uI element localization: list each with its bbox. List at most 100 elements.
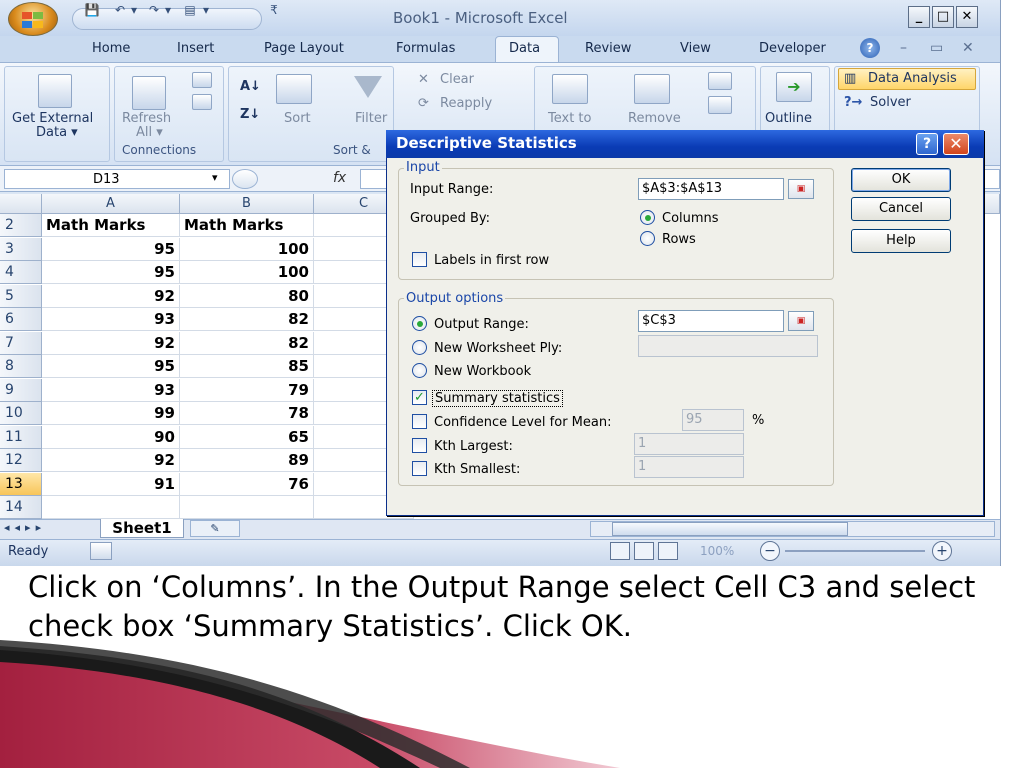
confidence-level-checkbox[interactable] — [412, 414, 427, 429]
row-header[interactable]: 4 — [0, 261, 42, 284]
sort-icon[interactable] — [276, 74, 312, 104]
reapply-label[interactable]: Reapply — [440, 97, 492, 111]
minimize-button[interactable]: _ — [908, 6, 930, 28]
customize-qat-icon[interactable]: ₹ — [266, 3, 282, 17]
sheet-tab-sheet1[interactable]: Sheet1 — [100, 519, 184, 538]
cell-a[interactable]: 92 — [42, 332, 180, 355]
remove-label[interactable]: Remove — [628, 112, 681, 126]
close-button[interactable]: ✕ — [956, 6, 978, 28]
output-range-collapse-icon[interactable]: ▣ — [788, 311, 814, 331]
save-icon[interactable]: 💾 — [84, 3, 100, 17]
output-range-label[interactable]: Output Range: — [434, 317, 529, 332]
formula-bar-splitter-icon[interactable] — [232, 169, 258, 189]
form-dropdown-icon[interactable]: ▾ — [198, 3, 214, 17]
kth-largest-checkbox[interactable] — [412, 438, 427, 453]
input-range-field[interactable]: $A$3:$A$13 — [638, 178, 784, 200]
reapply-icon[interactable]: ⟳ — [418, 97, 429, 111]
cell-a[interactable]: 93 — [42, 308, 180, 331]
get-external-data-label-1[interactable]: Get External — [12, 112, 93, 126]
ribbon-close-icon[interactable]: ✕ — [962, 40, 974, 56]
remove-duplicates-icon[interactable] — [634, 74, 670, 104]
kth-largest-field[interactable]: 1 — [634, 433, 744, 455]
row-header[interactable]: 5 — [0, 285, 42, 308]
cell-a[interactable]: 92 — [42, 449, 180, 472]
sort-asc-icon[interactable]: A↓ — [240, 80, 261, 94]
row-header[interactable]: 7 — [0, 332, 42, 355]
text-to-label[interactable]: Text to — [548, 112, 591, 126]
cell-b[interactable]: 100 — [180, 261, 314, 284]
restore-button[interactable]: □ — [932, 6, 954, 28]
cell-a[interactable]: 95 — [42, 355, 180, 378]
ok-button[interactable]: OK — [851, 168, 951, 192]
zoom-out-button[interactable]: − — [760, 541, 780, 561]
sort-label[interactable]: Sort — [284, 112, 311, 126]
normal-view-icon[interactable] — [610, 542, 630, 560]
filter-icon[interactable] — [354, 76, 382, 98]
cell-a[interactable]: 92 — [42, 285, 180, 308]
summary-statistics-checkbox[interactable]: ✓ — [412, 390, 427, 405]
page-break-view-icon[interactable] — [658, 542, 678, 560]
help-icon[interactable]: ? — [860, 38, 880, 58]
rows-radio-label[interactable]: Rows — [662, 232, 696, 247]
new-workbook-label[interactable]: New Workbook — [434, 364, 531, 379]
row-header[interactable]: 11 — [0, 426, 42, 449]
row-header[interactable]: 8 — [0, 355, 42, 378]
output-range-field[interactable]: $C$3 — [638, 310, 784, 332]
cell-a[interactable]: 95 — [42, 238, 180, 261]
tab-insert[interactable]: Insert — [177, 41, 214, 56]
cell-b[interactable]: 82 — [180, 332, 314, 355]
row-header[interactable]: 2 — [0, 214, 42, 237]
text-to-columns-icon[interactable] — [552, 74, 588, 104]
cell-a[interactable]: 93 — [42, 379, 180, 402]
column-header-b[interactable]: B — [180, 194, 314, 214]
tab-data[interactable]: Data — [509, 41, 540, 56]
cell-b[interactable]: 85 — [180, 355, 314, 378]
redo-dropdown-icon[interactable]: ▾ — [160, 3, 176, 17]
columns-radio[interactable] — [640, 210, 655, 225]
properties-icon[interactable] — [192, 94, 212, 110]
cell-a[interactable]: 99 — [42, 402, 180, 425]
cell-b[interactable]: 89 — [180, 449, 314, 472]
tab-view[interactable]: View — [680, 41, 711, 56]
solver-label[interactable]: Solver — [870, 96, 911, 110]
kth-largest-label[interactable]: Kth Largest: — [434, 439, 513, 454]
tab-page-layout[interactable]: Page Layout — [264, 41, 344, 56]
filter-label[interactable]: Filter — [355, 112, 387, 126]
page-layout-view-icon[interactable] — [634, 542, 654, 560]
row-header[interactable]: 13 — [0, 473, 42, 496]
tab-developer[interactable]: Developer — [759, 41, 826, 56]
refresh-label-1[interactable]: Refresh — [122, 112, 171, 126]
undo-dropdown-icon[interactable]: ▾ — [126, 3, 142, 17]
cell-b[interactable]: 78 — [180, 402, 314, 425]
refresh-label-2[interactable]: All ▾ — [136, 126, 163, 140]
output-range-radio[interactable] — [412, 316, 427, 331]
row-header[interactable]: 14 — [0, 496, 42, 519]
cell-a[interactable]: 90 — [42, 426, 180, 449]
cell-b[interactable] — [180, 496, 314, 519]
new-worksheet-field[interactable] — [638, 335, 818, 357]
outline-label[interactable]: Outline — [765, 112, 812, 126]
cancel-button[interactable]: Cancel — [851, 197, 951, 221]
dialog-close-icon[interactable]: ✕ — [943, 133, 969, 155]
cell-a[interactable]: 95 — [42, 261, 180, 284]
cell-b[interactable]: 76 — [180, 473, 314, 496]
rows-radio[interactable] — [640, 231, 655, 246]
ribbon-minimize-icon[interactable]: – — [900, 40, 907, 56]
kth-smallest-checkbox[interactable] — [412, 461, 427, 476]
row-header[interactable]: 12 — [0, 449, 42, 472]
labels-first-row-label[interactable]: Labels in first row — [434, 253, 549, 268]
new-workbook-radio[interactable] — [412, 363, 427, 378]
summary-statistics-label[interactable]: Summary statistics — [432, 390, 563, 407]
columns-radio-label[interactable]: Columns — [662, 211, 719, 226]
row-header[interactable]: 3 — [0, 238, 42, 261]
clear-icon[interactable]: ✕ — [418, 73, 429, 87]
dialog-help-icon[interactable]: ? — [916, 133, 938, 155]
zoom-slider[interactable] — [785, 550, 925, 552]
insert-function-icon[interactable]: fx — [333, 170, 346, 186]
sheet-nav-icons[interactable]: ◂◂▸▸ — [4, 521, 46, 534]
kth-smallest-field[interactable]: 1 — [634, 456, 744, 478]
connections-icon[interactable] — [192, 72, 212, 88]
cell-b[interactable]: 82 — [180, 308, 314, 331]
tab-formulas[interactable]: Formulas — [396, 41, 455, 56]
input-range-collapse-icon[interactable]: ▣ — [788, 179, 814, 199]
